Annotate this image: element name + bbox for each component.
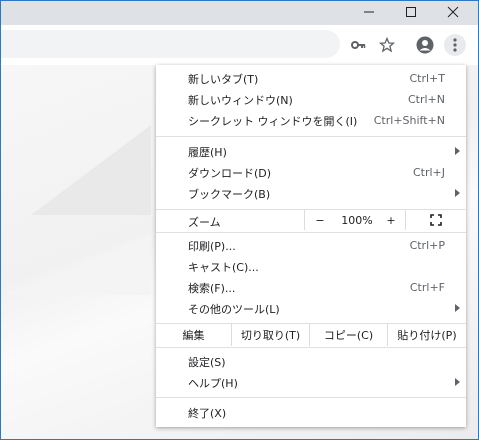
menu-item-cast[interactable]: キャスト(C)... bbox=[156, 256, 466, 277]
menu-divider bbox=[156, 397, 466, 398]
menu-item-shortcut: Ctrl+Shift+N bbox=[373, 114, 445, 127]
profile-icon bbox=[416, 36, 434, 54]
star-icon bbox=[379, 37, 395, 53]
menu-item-new-tab[interactable]: 新しいタブ(T) Ctrl+T bbox=[156, 68, 466, 89]
menu-item-label: 設定(S) bbox=[188, 355, 226, 369]
maximize-icon bbox=[406, 7, 416, 17]
menu-item-label: その他のツール(L) bbox=[188, 302, 280, 316]
submenu-arrow-icon bbox=[455, 304, 460, 312]
background-shape bbox=[1, 235, 151, 295]
close-icon bbox=[447, 6, 459, 18]
copy-button[interactable]: コピー(C) bbox=[310, 324, 387, 346]
menu-item-label: ダウンロード(D) bbox=[188, 166, 272, 180]
paste-button[interactable]: 貼り付け(P) bbox=[388, 324, 466, 346]
menu-item-downloads[interactable]: ダウンロード(D) Ctrl+J bbox=[156, 162, 466, 183]
cut-button[interactable]: 切り取り(T) bbox=[232, 324, 309, 346]
menu-item-incognito[interactable]: シークレット ウィンドウを開く(I) Ctrl+Shift+N bbox=[156, 110, 466, 131]
menu-item-find[interactable]: 検索(F)... Ctrl+F bbox=[156, 277, 466, 298]
cut-label: 切り取り(T) bbox=[240, 329, 301, 342]
menu-item-label: ブックマーク(B) bbox=[188, 187, 271, 201]
zoom-plus-text: + bbox=[386, 213, 396, 227]
password-key-button[interactable] bbox=[348, 35, 368, 55]
menu-item-shortcut: Ctrl+J bbox=[412, 166, 445, 179]
zoom-value-text: 100% bbox=[341, 213, 373, 227]
more-vert-icon bbox=[453, 38, 457, 52]
menu-item-bookmarks[interactable]: ブックマーク(B) bbox=[156, 183, 466, 204]
minimize-icon bbox=[364, 11, 374, 13]
close-button[interactable] bbox=[435, 1, 471, 23]
zoom-minus-text: − bbox=[315, 213, 325, 227]
fullscreen-icon bbox=[430, 214, 442, 226]
browser-window: 新しいタブ(T) Ctrl+T 新しいウィンドウ(N) Ctrl+N シークレッ… bbox=[0, 0, 479, 440]
edit-label: 編集 bbox=[156, 324, 231, 346]
menu-item-settings[interactable]: 設定(S) bbox=[156, 351, 466, 372]
menu-item-label: シークレット ウィンドウを開く(I) bbox=[188, 114, 358, 128]
menu-divider bbox=[156, 232, 466, 233]
zoom-row: ズーム − 100% + bbox=[156, 210, 466, 230]
paste-label: 貼り付け(P) bbox=[397, 329, 457, 342]
submenu-arrow-icon bbox=[455, 147, 460, 155]
menu-item-shortcut: Ctrl+T bbox=[409, 72, 445, 85]
browser-toolbar bbox=[1, 25, 478, 65]
menu-divider bbox=[156, 347, 466, 348]
menu-item-label: 新しいウィンドウ(N) bbox=[188, 93, 293, 107]
menu-item-shortcut: Ctrl+P bbox=[409, 239, 445, 252]
menu-item-new-window[interactable]: 新しいウィンドウ(N) Ctrl+N bbox=[156, 89, 466, 110]
zoom-level-value: 100% bbox=[335, 210, 379, 230]
zoom-out-button[interactable]: − bbox=[305, 210, 335, 230]
submenu-arrow-icon bbox=[455, 378, 460, 386]
menu-item-label: 印刷(P)... bbox=[188, 239, 236, 253]
maximize-button[interactable] bbox=[393, 1, 429, 23]
bookmark-star-button[interactable] bbox=[377, 35, 397, 55]
menu-item-exit[interactable]: 終了(X) bbox=[156, 402, 466, 423]
address-bar[interactable] bbox=[1, 30, 340, 58]
menu-item-label: 新しいタブ(T) bbox=[188, 72, 259, 86]
minimize-button[interactable] bbox=[351, 1, 387, 23]
menu-item-more-tools[interactable]: その他のツール(L) bbox=[156, 298, 466, 319]
menu-item-label: キャスト(C)... bbox=[188, 260, 259, 274]
menu-item-shortcut: Ctrl+F bbox=[409, 281, 445, 294]
edit-label-text: 編集 bbox=[182, 329, 205, 342]
menu-button[interactable] bbox=[444, 34, 466, 56]
fullscreen-button[interactable] bbox=[406, 210, 466, 230]
menu-item-label: 履歴(H) bbox=[188, 145, 227, 159]
menu-item-history[interactable]: 履歴(H) bbox=[156, 141, 466, 162]
profile-button[interactable] bbox=[415, 35, 435, 55]
copy-label: コピー(C) bbox=[323, 329, 374, 342]
key-icon bbox=[351, 41, 366, 49]
title-bar bbox=[1, 1, 478, 25]
menu-item-print[interactable]: 印刷(P)... Ctrl+P bbox=[156, 235, 466, 256]
background-shape bbox=[31, 125, 151, 215]
menu-item-help[interactable]: ヘルプ(H) bbox=[156, 372, 466, 393]
zoom-label: ズーム bbox=[188, 216, 221, 229]
submenu-arrow-icon bbox=[455, 189, 460, 197]
menu-item-shortcut: Ctrl+N bbox=[407, 93, 445, 106]
menu-item-label: 検索(F)... bbox=[188, 281, 236, 295]
zoom-in-button[interactable]: + bbox=[379, 210, 403, 230]
menu-item-label: 終了(X) bbox=[188, 406, 227, 420]
menu-divider bbox=[156, 136, 466, 137]
edit-row: 編集 切り取り(T) コピー(C) 貼り付け(P) bbox=[156, 324, 466, 346]
chrome-menu: 新しいタブ(T) Ctrl+T 新しいウィンドウ(N) Ctrl+N シークレッ… bbox=[156, 65, 466, 427]
menu-item-label: ヘルプ(H) bbox=[188, 376, 238, 390]
